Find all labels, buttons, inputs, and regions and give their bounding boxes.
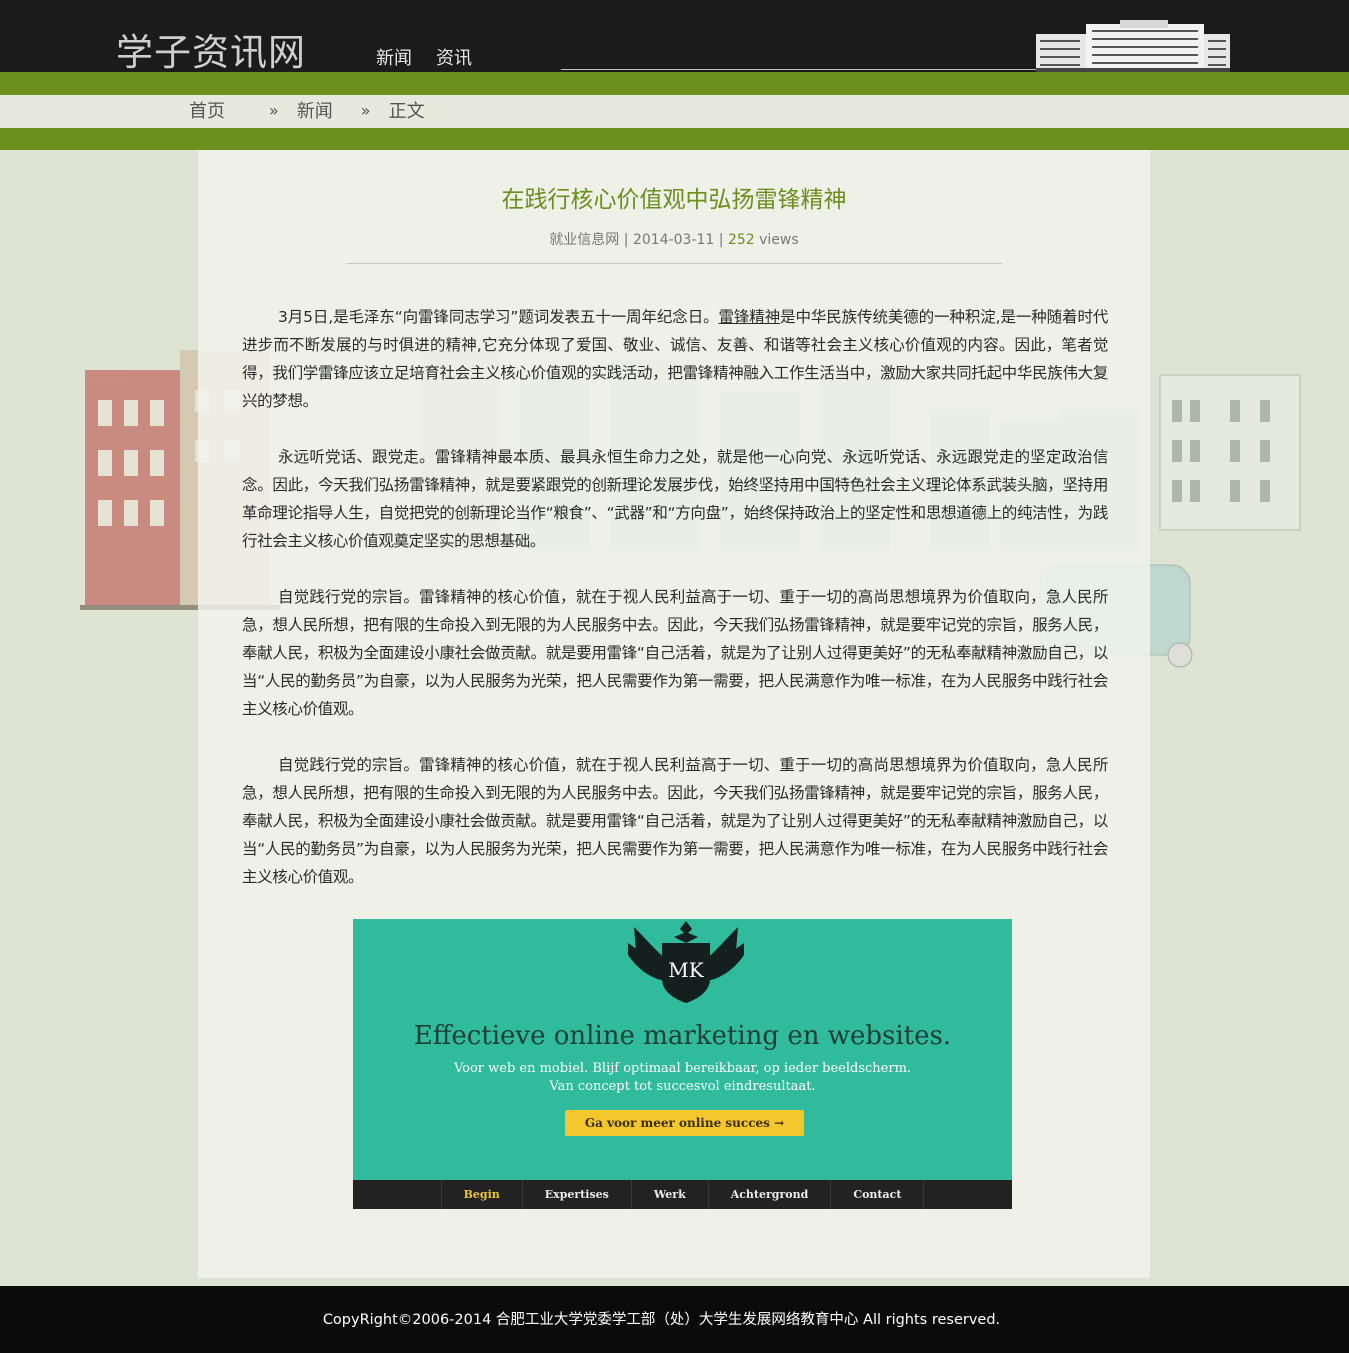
views-count: 252 — [727, 232, 755, 248]
building-banner-icon — [1036, 20, 1230, 72]
paragraph-text: 3月5日,是毛泽东“向雷锋同志学习”题词发表五十一周年纪念日。 — [278, 308, 719, 326]
meta-divider: | — [718, 232, 724, 248]
ad-nav-expertises[interactable]: Expertises — [521, 1180, 631, 1209]
keyword-link[interactable]: 雷锋精神 — [719, 308, 781, 326]
mk-winged-shield-logo: MK — [628, 921, 744, 1003]
ad-nav-achtergrond[interactable]: Achtergrond — [707, 1180, 831, 1209]
main-nav: 新闻 资讯 — [376, 44, 472, 70]
meta-divider-line — [347, 263, 1002, 264]
site-logo[interactable]: 学子资讯网 — [116, 22, 306, 76]
nav-item-news[interactable]: 新闻 — [376, 44, 412, 70]
article-date: 2014-03-11 — [632, 232, 715, 248]
breadcrumb-news[interactable]: 新闻 — [297, 97, 333, 123]
breadcrumb-home[interactable]: 首页 — [189, 97, 225, 123]
breadcrumb-current: 正文 — [388, 101, 425, 122]
article-source: 就业信息网 — [549, 232, 620, 248]
footer-copyright: CopyRight©2006-2014 合肥工业大学党委学工部（处）大学生发展网… — [322, 1312, 1001, 1328]
green-accent-bar-top — [0, 72, 1349, 95]
breadcrumb-separator: » — [269, 100, 279, 120]
ad-nav-contact[interactable]: Contact — [830, 1180, 925, 1209]
article-paragraph: 3月5日,是毛泽东“向雷锋同志学习”题词发表五十一周年纪念日。雷锋精神是中华民族… — [242, 303, 1108, 415]
breadcrumb: 首页 » 新闻 » 正文 — [189, 97, 425, 123]
article-meta: 就业信息网 | 2014-03-11 | 252 views — [198, 229, 1150, 249]
ad-nav-werk[interactable]: Werk — [630, 1180, 708, 1209]
green-accent-bar-bottom — [0, 128, 1349, 150]
ad-headline: Effectieve online marketing en websites. — [413, 1021, 952, 1051]
article-paragraph: 永远听党话、跟党走。雷锋精神最本质、最具永恒生命力之处，就是他一心向党、永远听党… — [242, 448, 1108, 550]
ad-nav-begin[interactable]: Begin — [440, 1180, 522, 1209]
article-title: 在践行核心价值观中弘扬雷锋精神 — [501, 187, 847, 213]
article-paragraph: 自觉践行党的宗旨。雷锋精神的核心价值，就在于视人民利益高于一切、重于一切的高尚思… — [242, 756, 1108, 886]
meta-divider: | — [623, 232, 629, 248]
article-body: 3月5日,是毛泽东“向雷锋同志学习”题词发表五十一周年纪念日。雷锋精神是中华民族… — [242, 303, 1108, 919]
ad-logo-text: MK — [668, 958, 704, 982]
ad-subtitle: Voor web en mobiel. Blijf optimaal berei… — [453, 1061, 912, 1076]
ad-subtitle: Van concept tot succesvol eindresultaat. — [549, 1079, 816, 1094]
ad-nav-bar: Begin Expertises Werk Achtergrond Contac… — [353, 1180, 1012, 1209]
article-paragraph: 自觉践行党的宗旨。雷锋精神的核心价值，就在于视人民利益高于一切、重于一切的高尚思… — [242, 588, 1108, 718]
ad-banner[interactable]: MK Effectieve online marketing en websit… — [353, 919, 1012, 1209]
footer: CopyRight©2006-2014 合肥工业大学党委学工部（处）大学生发展网… — [0, 1286, 1349, 1353]
ad-cta-button[interactable]: Ga voor meer online succes → — [565, 1110, 804, 1136]
breadcrumb-separator: » — [360, 100, 371, 120]
nav-item-info[interactable]: 资讯 — [436, 44, 472, 70]
views-label: views — [759, 232, 799, 248]
